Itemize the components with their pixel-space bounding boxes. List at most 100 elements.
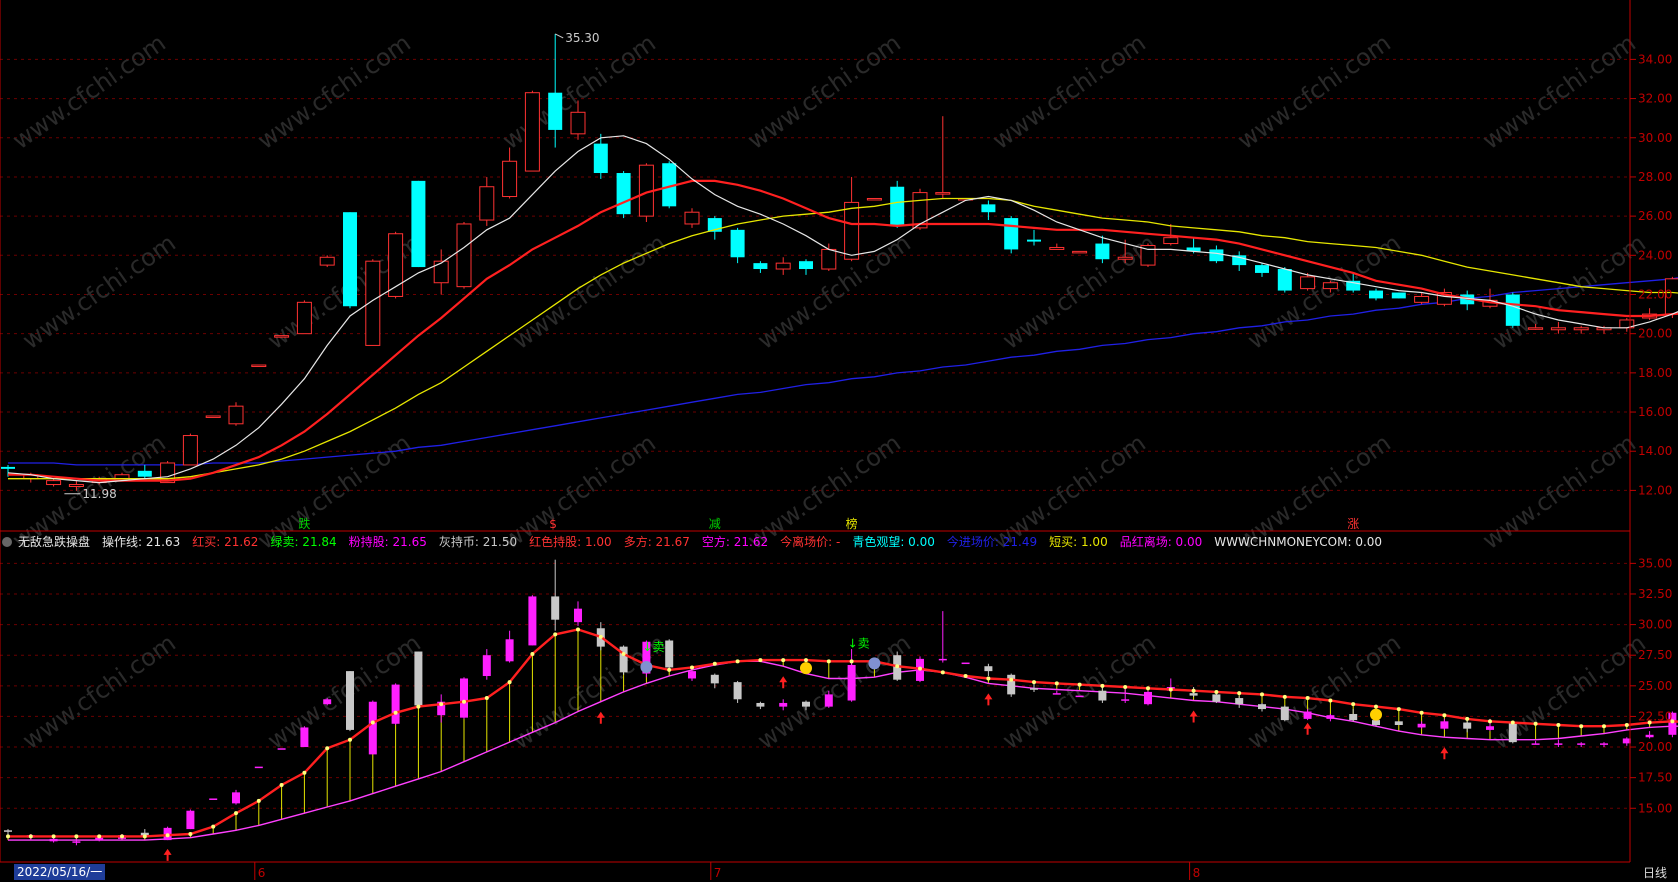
candle-body-up[interactable] bbox=[1300, 276, 1316, 290]
candle-body-down[interactable] bbox=[593, 143, 608, 174]
candle-body-up[interactable] bbox=[251, 364, 267, 368]
indicator-bar[interactable] bbox=[1508, 722, 1517, 743]
candle-body-up[interactable] bbox=[866, 197, 882, 201]
period-selector[interactable]: 日线 bbox=[1632, 864, 1678, 882]
indicator-bar[interactable] bbox=[1486, 726, 1494, 730]
indicator-bar[interactable] bbox=[710, 674, 719, 684]
indicator-bar[interactable] bbox=[72, 841, 81, 843]
indicator-bar[interactable] bbox=[688, 671, 696, 679]
indicator-bar[interactable] bbox=[665, 640, 674, 668]
candle-body-down[interactable] bbox=[1369, 290, 1383, 299]
indicator-bar[interactable] bbox=[1121, 699, 1130, 701]
indicator-bar[interactable] bbox=[460, 678, 468, 718]
candlestick-series[interactable] bbox=[1, 33, 1678, 491]
candle-body-up[interactable] bbox=[821, 248, 837, 270]
indicator-bar[interactable] bbox=[1280, 706, 1289, 721]
indicator-bar[interactable] bbox=[1463, 722, 1472, 729]
indicator-bar[interactable] bbox=[1417, 723, 1426, 728]
indicator-title[interactable]: 无敌急跌操盘 bbox=[18, 535, 90, 549]
candle-body-up[interactable] bbox=[502, 160, 518, 198]
indicator-bar[interactable] bbox=[802, 701, 810, 707]
candle-body-up[interactable] bbox=[274, 335, 290, 338]
indicator-bar[interactable] bbox=[482, 655, 491, 677]
indicator-bar[interactable] bbox=[1554, 743, 1563, 745]
indicator-bar[interactable] bbox=[1394, 721, 1403, 725]
indicator-bar[interactable] bbox=[1645, 734, 1654, 738]
indicator-bar[interactable] bbox=[1372, 720, 1380, 725]
indicator-bar[interactable] bbox=[300, 727, 309, 748]
candle-body-up[interactable] bbox=[1550, 327, 1566, 331]
candle-body-down[interactable] bbox=[1, 466, 15, 469]
indicator-bar[interactable] bbox=[551, 596, 560, 620]
indicator-bar[interactable] bbox=[1440, 721, 1449, 729]
indicator-bar[interactable] bbox=[1303, 711, 1312, 719]
indicator-bar[interactable] bbox=[1189, 693, 1198, 696]
indicator-bar[interactable] bbox=[984, 666, 993, 672]
indicator-bar[interactable] bbox=[209, 798, 218, 800]
candle-body-up[interactable] bbox=[684, 211, 700, 225]
candle-body-up[interactable] bbox=[68, 484, 84, 487]
indicator-bar[interactable] bbox=[1349, 713, 1358, 721]
indicator-bar[interactable] bbox=[1326, 715, 1335, 719]
candle-body-up[interactable] bbox=[1072, 250, 1088, 254]
candle-body-up[interactable] bbox=[228, 405, 244, 425]
indicator-bar[interactable] bbox=[961, 662, 970, 665]
candle-body-up[interactable] bbox=[1573, 327, 1589, 331]
indicator-bar[interactable] bbox=[1144, 691, 1152, 705]
candle-body-down[interactable] bbox=[799, 261, 813, 270]
indicator-bar[interactable] bbox=[323, 699, 332, 705]
candle-body-up[interactable] bbox=[775, 262, 791, 270]
candle-body-down[interactable] bbox=[1505, 294, 1520, 326]
indicator-bar[interactable] bbox=[505, 639, 514, 662]
indicator-bar[interactable] bbox=[391, 684, 400, 724]
indicator-bar[interactable] bbox=[1052, 693, 1061, 695]
candle-body-up[interactable] bbox=[433, 260, 449, 284]
indicator-bar[interactable] bbox=[824, 694, 833, 707]
candle-body-down[interactable] bbox=[1391, 292, 1406, 299]
indicator-bar[interactable] bbox=[368, 701, 377, 755]
candle-body-up[interactable] bbox=[1414, 295, 1430, 303]
candle-body-down[interactable] bbox=[616, 173, 631, 215]
candle-body-down[interactable] bbox=[343, 212, 357, 307]
stock-chart[interactable]: www.cfchi.com www.cfchi.com www.cfchi.com w… bbox=[0, 0, 1678, 882]
candle-body-down[interactable] bbox=[981, 204, 996, 213]
indicator-bar[interactable] bbox=[528, 596, 537, 646]
indicator-bar[interactable] bbox=[49, 838, 58, 842]
indicator-bar[interactable] bbox=[1577, 743, 1586, 745]
candle-body-down[interactable] bbox=[753, 263, 768, 270]
candle-body-up[interactable] bbox=[1528, 327, 1544, 330]
candle-body-up[interactable] bbox=[912, 192, 928, 229]
candle-body-down[interactable] bbox=[1027, 239, 1041, 242]
indicator-bar[interactable] bbox=[1235, 698, 1244, 705]
candle-body-down[interactable] bbox=[1277, 269, 1292, 291]
candle-body-up[interactable] bbox=[46, 480, 62, 486]
candle-body-up[interactable] bbox=[296, 301, 312, 335]
candle-body-up[interactable] bbox=[1322, 282, 1338, 290]
indicator-bar[interactable] bbox=[4, 830, 12, 832]
candle-body-down[interactable] bbox=[1255, 265, 1269, 273]
candle-body-down[interactable] bbox=[730, 229, 745, 258]
indicator-bar[interactable] bbox=[346, 671, 354, 730]
candle-body-down[interactable] bbox=[137, 470, 152, 477]
candle-body-down[interactable] bbox=[411, 180, 426, 268]
indicator-bar[interactable] bbox=[1212, 694, 1221, 702]
candle-body-down[interactable] bbox=[890, 186, 905, 226]
indicator-bar[interactable] bbox=[1258, 704, 1266, 710]
candle-body-down[interactable] bbox=[1095, 243, 1110, 260]
candle-body-down[interactable] bbox=[548, 92, 563, 130]
indicator-bar[interactable] bbox=[1075, 695, 1084, 698]
candle-body-down[interactable] bbox=[1004, 218, 1019, 250]
candle-body-up[interactable] bbox=[1049, 246, 1065, 250]
candle-body-up[interactable] bbox=[524, 92, 540, 172]
indicator-bar[interactable] bbox=[938, 658, 947, 661]
candle-body-up[interactable] bbox=[1117, 256, 1133, 260]
collapse-icon[interactable] bbox=[2, 537, 12, 547]
candle-body-up[interactable] bbox=[479, 186, 495, 221]
indicator-bar[interactable] bbox=[254, 766, 263, 769]
indicator-bar[interactable] bbox=[779, 702, 788, 707]
indicator-bar[interactable] bbox=[1531, 743, 1540, 745]
indicator-bar[interactable] bbox=[847, 665, 856, 701]
indicator-bar[interactable] bbox=[1030, 688, 1038, 690]
indicator-bar[interactable] bbox=[186, 810, 195, 830]
indicator-bar[interactable] bbox=[277, 748, 286, 750]
